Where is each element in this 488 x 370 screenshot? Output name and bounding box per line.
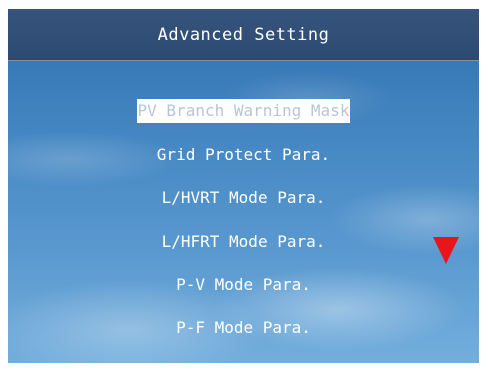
triangle-down-icon [433,237,459,264]
page-title: Advanced Setting [157,24,330,45]
menu-item-label: P-F Mode Para. [176,318,311,337]
menu-item-label: L/HVRT Mode Para. [161,188,326,207]
menu-item-lhfrt-mode-para[interactable]: L/HFRT Mode Para. [8,228,479,256]
menu-item-label: PV Branch Warning Mask [136,99,351,123]
menu-item-label: Grid Protect Para. [156,145,331,164]
menu-item-pf-mode-para[interactable]: P-F Mode Para. [8,314,479,342]
menu-item-grid-protect-para[interactable]: Grid Protect Para. [8,141,479,169]
title-bar: Advanced Setting [8,9,479,61]
menu-item-pv-mode-para[interactable]: P-V Mode Para. [8,271,479,299]
menu-item-pv-branch-warning-mask[interactable]: PV Branch Warning Mask [8,97,479,125]
menu-item-label: L/HFRT Mode Para. [161,232,326,251]
device-screen: Advanced Setting PV Branch Warning Mask … [8,9,479,363]
menu-item-lhvrt-mode-para[interactable]: L/HVRT Mode Para. [8,184,479,212]
menu-item-label: P-V Mode Para. [176,275,311,294]
